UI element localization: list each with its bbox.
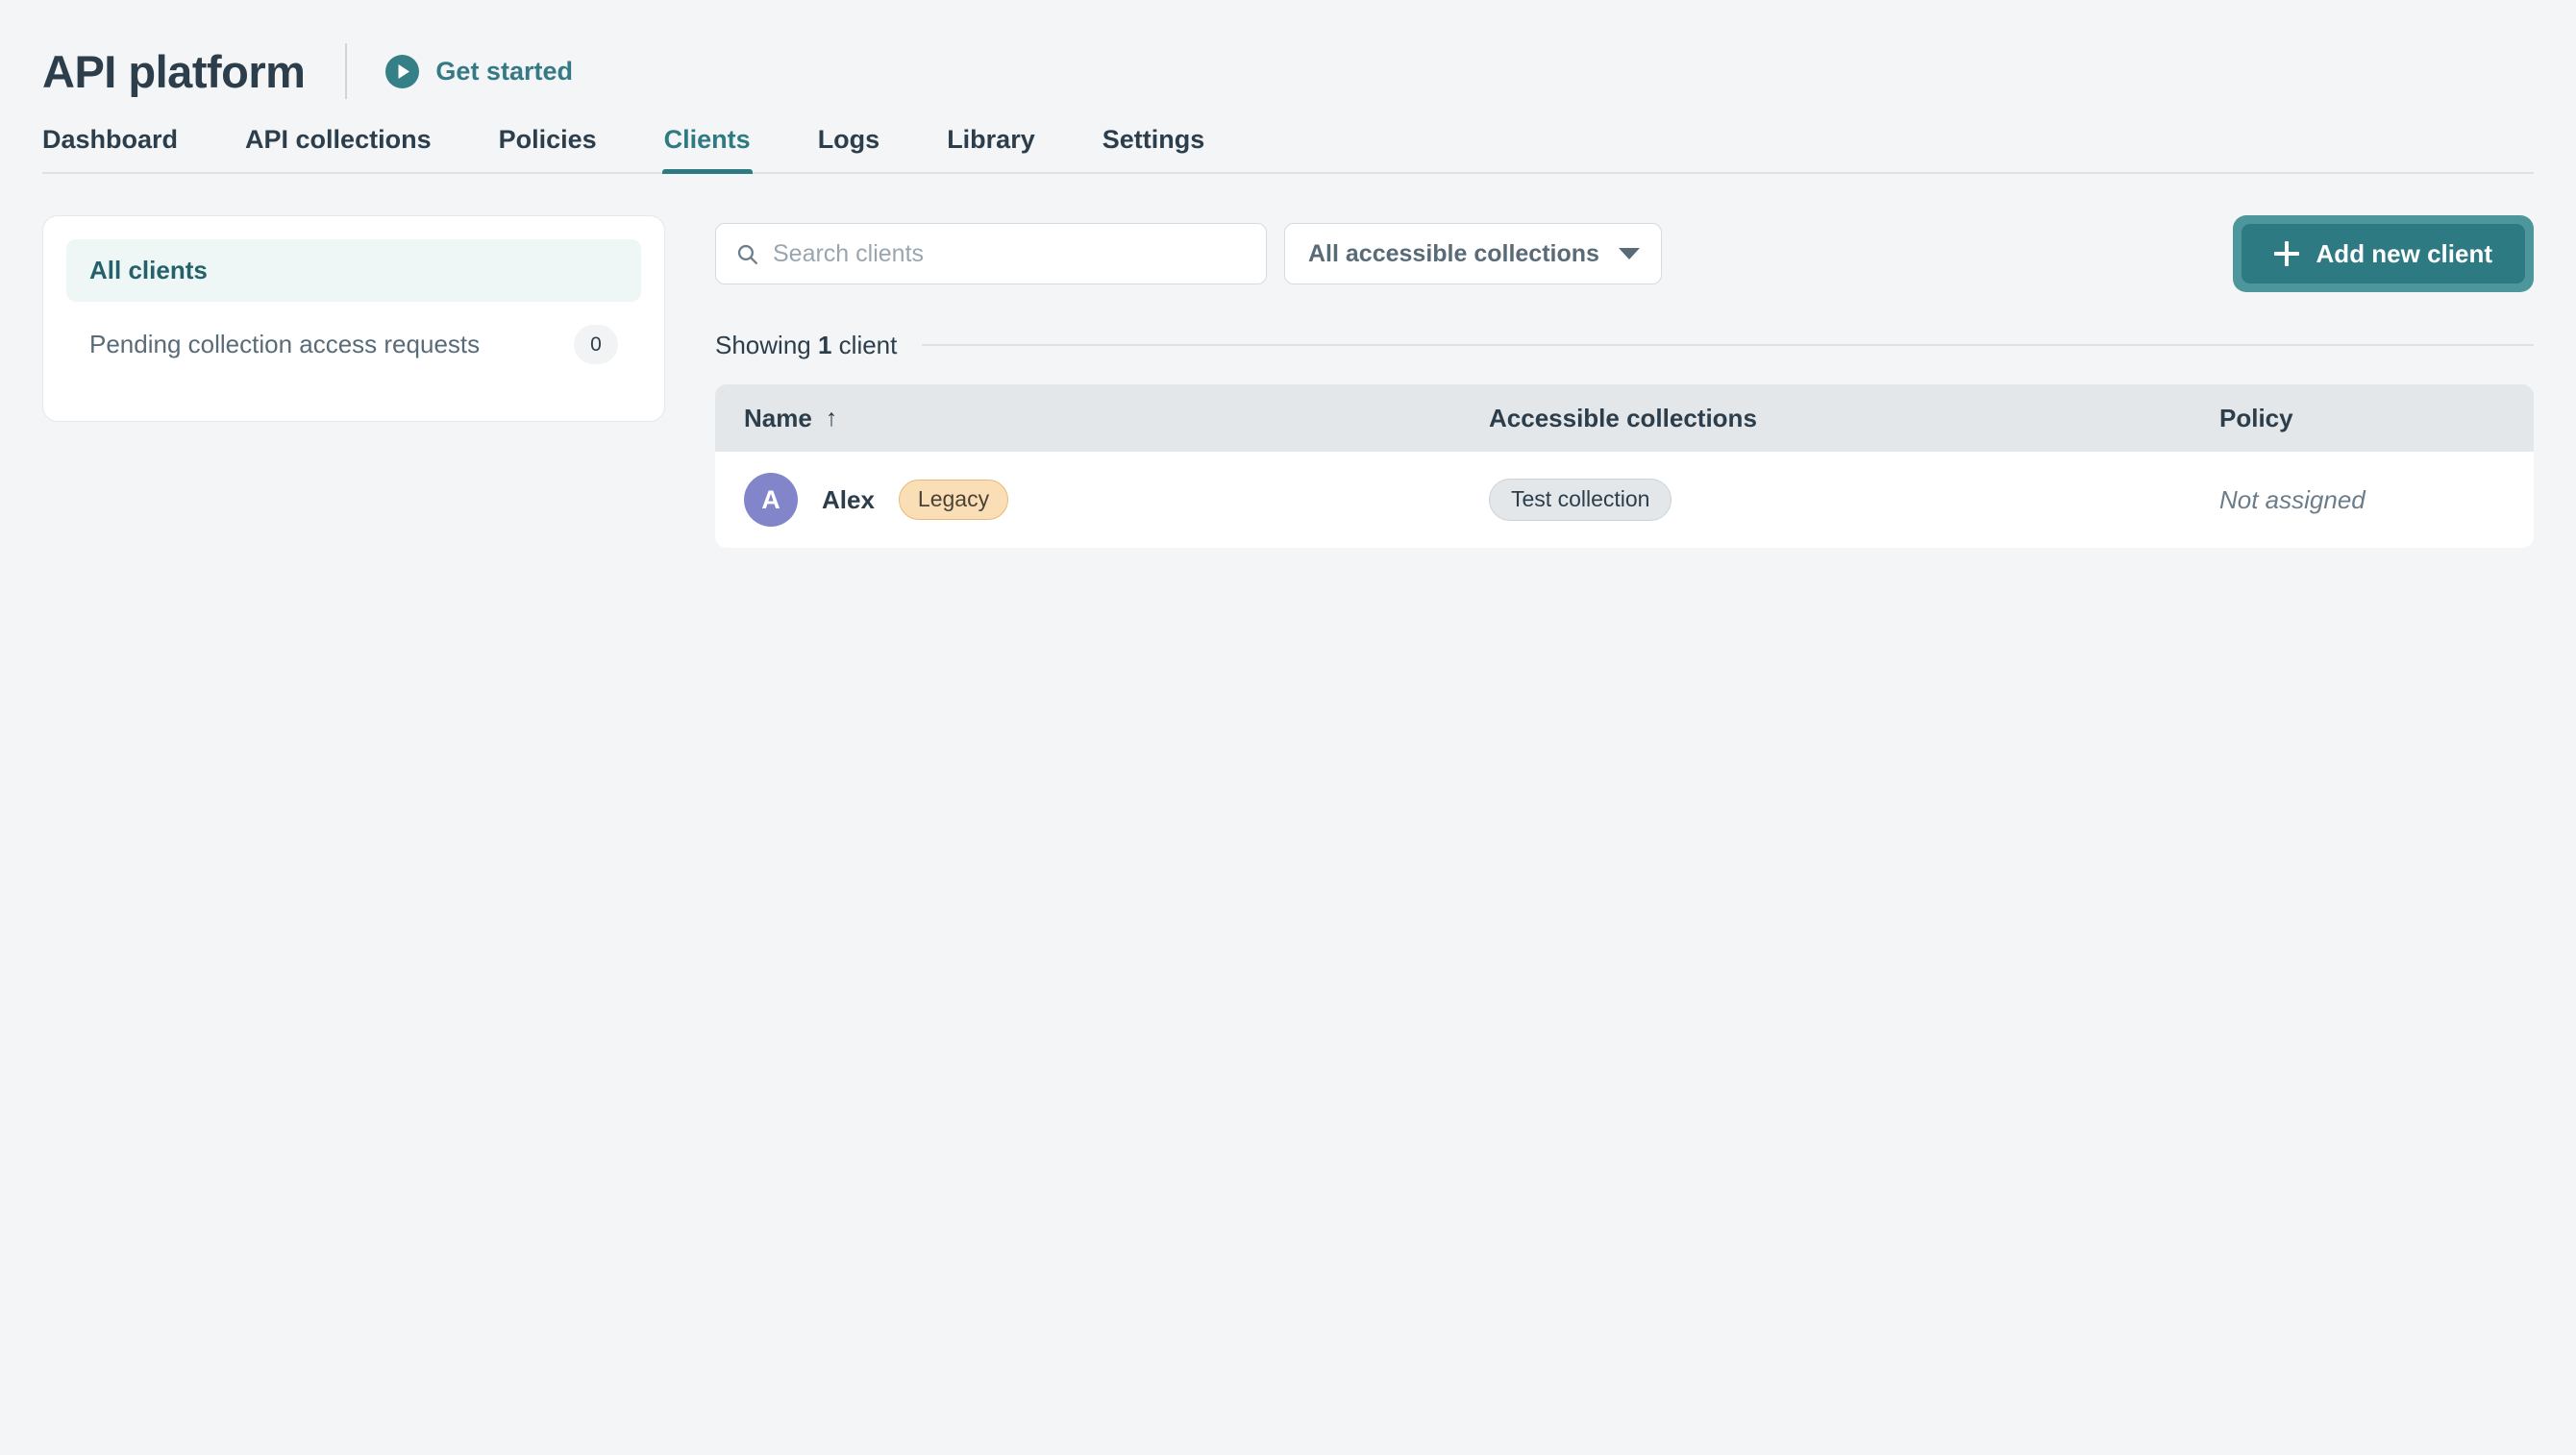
tab-library[interactable]: Library [947, 127, 1035, 174]
showing-count-text: Showing 1 client [715, 333, 897, 358]
clients-main: All accessible collections Add new clien… [665, 215, 2534, 548]
tab-policies[interactable]: Policies [499, 127, 597, 174]
sidebar-item-label: Pending collection access requests [89, 329, 481, 358]
clients-toolbar: All accessible collections Add new clien… [715, 215, 2534, 292]
get-started-link[interactable]: Get started [385, 54, 573, 88]
showing-suffix: client [831, 331, 898, 359]
main-nav-tabs: Dashboard API collections Policies Clien… [0, 127, 2576, 174]
page-body: All clients Pending collection access re… [0, 174, 2576, 548]
tab-api-collections[interactable]: API collections [245, 127, 432, 174]
column-header-accessible-collections[interactable]: Accessible collections [1489, 406, 2219, 431]
sidebar-item-all-clients[interactable]: All clients [66, 239, 641, 302]
showing-count: 1 [817, 331, 832, 359]
plus-icon [2273, 241, 2299, 266]
pending-count-badge: 0 [574, 324, 618, 364]
collections-filter-dropdown[interactable]: All accessible collections [1284, 223, 1662, 284]
search-clients-box[interactable] [715, 223, 1267, 284]
column-header-collections-label: Accessible collections [1489, 404, 1757, 432]
summary-divider [922, 344, 2534, 346]
clients-sidebar: All clients Pending collection access re… [42, 215, 665, 422]
collection-chip: Test collection [1489, 479, 1672, 521]
header-divider [345, 43, 348, 99]
table-row[interactable]: A Alex Legacy Test collection Not assign… [715, 452, 2534, 548]
column-header-policy[interactable]: Policy [2219, 406, 2505, 431]
get-started-label: Get started [435, 56, 573, 86]
policy-value: Not assigned [2219, 484, 2365, 514]
column-header-policy-label: Policy [2219, 404, 2293, 432]
add-new-client-focus-ring: Add new client [2232, 215, 2534, 292]
tab-logs[interactable]: Logs [818, 127, 880, 174]
table-header-row: Name ↑ Accessible collections Policy [715, 384, 2534, 452]
page-title: API platform [42, 45, 306, 97]
tab-clients[interactable]: Clients [661, 127, 753, 174]
add-new-client-label: Add new client [2316, 238, 2492, 268]
sort-ascending-icon: ↑ [825, 404, 838, 432]
status-badge: Legacy [898, 480, 1009, 520]
add-new-client-button[interactable]: Add new client [2241, 224, 2525, 284]
client-name: Alex [822, 485, 875, 514]
cell-accessible-collections: Test collection [1489, 479, 2219, 521]
clients-table: Name ↑ Accessible collections Policy A A… [715, 384, 2534, 548]
column-header-name-label: Name [744, 404, 812, 432]
app-header: API platform Get started [0, 0, 2576, 113]
showing-prefix: Showing [715, 331, 818, 359]
sidebar-item-pending-requests[interactable]: Pending collection access requests 0 [66, 308, 641, 382]
chevron-down-icon [1618, 248, 1640, 259]
tab-dashboard[interactable]: Dashboard [42, 127, 178, 174]
cell-policy: Not assigned [2219, 487, 2505, 513]
column-header-name[interactable]: Name ↑ [744, 406, 1489, 431]
results-summary: Showing 1 client [715, 333, 2534, 358]
tab-settings[interactable]: Settings [1102, 127, 1205, 174]
avatar: A [744, 473, 798, 527]
search-icon [735, 242, 759, 266]
collections-filter-value: All accessible collections [1308, 239, 1599, 267]
cell-name: A Alex Legacy [744, 473, 1489, 527]
search-input[interactable] [773, 239, 1247, 268]
play-circle-icon [385, 54, 420, 88]
sidebar-item-label: All clients [89, 256, 208, 284]
